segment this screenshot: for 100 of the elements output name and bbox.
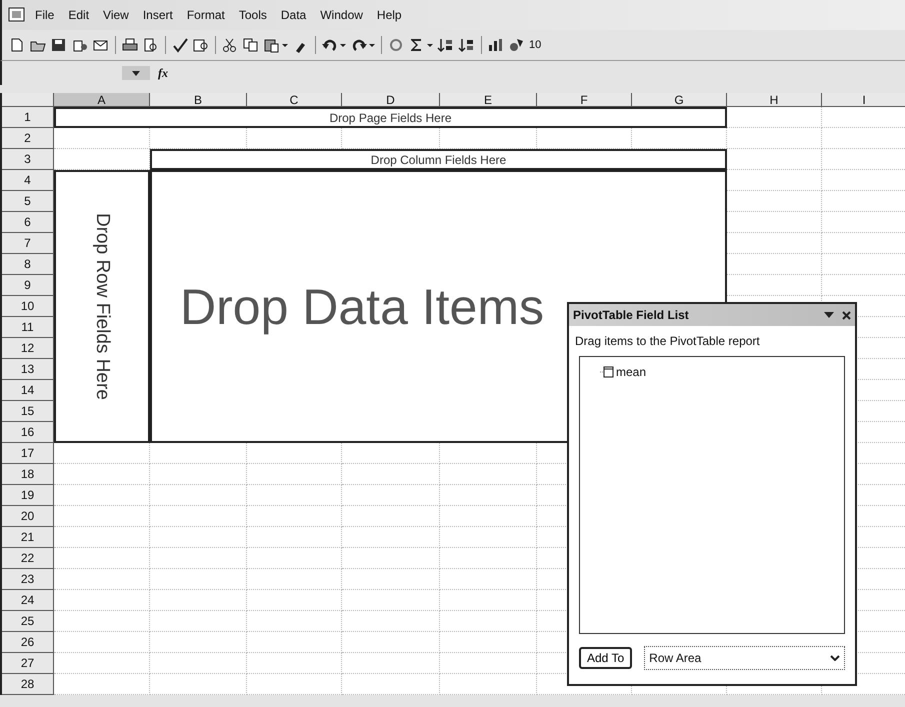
sheet-cell[interactable]: [54, 674, 150, 695]
row-header[interactable]: 16: [2, 422, 54, 443]
row-header[interactable]: 2: [2, 128, 54, 149]
insert-function-label[interactable]: fx: [158, 66, 168, 80]
row-header[interactable]: 25: [2, 611, 54, 632]
dropdown-arrow-icon[interactable]: [824, 312, 834, 318]
menu-item[interactable]: File: [30, 6, 60, 24]
chart-icon[interactable]: [487, 37, 505, 53]
sheet-cell[interactable]: [247, 611, 342, 632]
sheet-cell[interactable]: [247, 464, 342, 485]
field-item[interactable]: mean: [600, 365, 844, 379]
sheet-cell[interactable]: [440, 611, 537, 632]
sheet-cell[interactable]: [54, 632, 150, 653]
sheet-cell[interactable]: [247, 674, 342, 695]
row-header[interactable]: 17: [2, 443, 54, 464]
column-header[interactable]: H: [727, 93, 822, 107]
sheet-cell[interactable]: [342, 569, 440, 590]
sheet-cell[interactable]: [342, 653, 440, 674]
sheet-cell[interactable]: [342, 548, 440, 569]
cut-icon[interactable]: [221, 37, 239, 53]
menu-item[interactable]: Format: [182, 6, 230, 24]
print-icon[interactable]: [121, 37, 139, 53]
sheet-cell[interactable]: [247, 569, 342, 590]
area-dropdown[interactable]: Row Area: [644, 646, 845, 670]
sort-descending-icon[interactable]: [458, 37, 476, 53]
row-header[interactable]: 5: [2, 191, 54, 212]
sheet-cell[interactable]: [440, 632, 537, 653]
row-header[interactable]: 24: [2, 590, 54, 611]
sheet-cell[interactable]: [150, 590, 247, 611]
sheet-cell[interactable]: [247, 527, 342, 548]
undo-icon[interactable]: [321, 37, 347, 53]
row-header[interactable]: 14: [2, 380, 54, 401]
sheet-cell[interactable]: [342, 674, 440, 695]
sheet-cell[interactable]: [150, 611, 247, 632]
menu-item[interactable]: Help: [372, 6, 407, 24]
sheet-cell[interactable]: [440, 674, 537, 695]
row-header[interactable]: 3: [2, 149, 54, 170]
column-header[interactable]: E: [440, 93, 537, 107]
row-header[interactable]: 10: [2, 296, 54, 317]
row-header[interactable]: 22: [2, 548, 54, 569]
save-icon[interactable]: [50, 37, 68, 53]
column-header[interactable]: D: [342, 93, 440, 107]
sum-icon[interactable]: [408, 37, 434, 53]
excel-app-icon[interactable]: [8, 7, 26, 23]
column-header[interactable]: B: [150, 93, 247, 107]
row-header[interactable]: 18: [2, 464, 54, 485]
column-header[interactable]: C: [247, 93, 342, 107]
row-header[interactable]: 4: [2, 170, 54, 191]
paste-icon[interactable]: [263, 37, 289, 53]
sheet-cell[interactable]: [342, 485, 440, 506]
copy-icon[interactable]: [242, 37, 260, 53]
add-to-button[interactable]: Add To: [579, 647, 632, 669]
drawing-icon[interactable]: [508, 37, 526, 53]
sheet-cell[interactable]: [342, 590, 440, 611]
column-header[interactable]: F: [537, 93, 632, 107]
sheet-cell[interactable]: [150, 464, 247, 485]
sheet-cell[interactable]: [54, 527, 150, 548]
sheet-cell[interactable]: [150, 674, 247, 695]
row-header[interactable]: 6: [2, 212, 54, 233]
sheet-cell[interactable]: [247, 548, 342, 569]
sheet-cell[interactable]: [440, 653, 537, 674]
row-header[interactable]: 12: [2, 338, 54, 359]
sheet-cell[interactable]: [247, 590, 342, 611]
select-all-corner[interactable]: [2, 93, 54, 107]
column-header[interactable]: A: [54, 93, 150, 107]
menu-item[interactable]: View: [98, 6, 134, 24]
menu-item[interactable]: Window: [315, 6, 368, 24]
sheet-cell[interactable]: [440, 590, 537, 611]
menu-item[interactable]: Tools: [234, 6, 272, 24]
column-header[interactable]: G: [632, 93, 727, 107]
row-header[interactable]: 20: [2, 506, 54, 527]
sheet-cell[interactable]: [150, 485, 247, 506]
menu-item[interactable]: Edit: [63, 6, 94, 24]
sheet-cell[interactable]: [727, 128, 822, 149]
row-header[interactable]: 7: [2, 233, 54, 254]
row-header[interactable]: 23: [2, 569, 54, 590]
row-header[interactable]: 11: [2, 317, 54, 338]
sheet-cell[interactable]: [150, 632, 247, 653]
sheet-cell[interactable]: [150, 653, 247, 674]
row-header[interactable]: 26: [2, 632, 54, 653]
sheet-cell[interactable]: [247, 506, 342, 527]
sheet-cell[interactable]: [247, 653, 342, 674]
sheet-cell[interactable]: [150, 506, 247, 527]
sheet-cell[interactable]: [440, 485, 537, 506]
sheet-cell[interactable]: [440, 464, 537, 485]
row-header[interactable]: 9: [2, 275, 54, 296]
sheet-cell[interactable]: [150, 569, 247, 590]
sheet-cell[interactable]: [54, 506, 150, 527]
row-header[interactable]: 8: [2, 254, 54, 275]
spelling-icon[interactable]: [171, 37, 189, 53]
row-header[interactable]: 27: [2, 653, 54, 674]
sheet-cell[interactable]: [150, 548, 247, 569]
sheet-cell[interactable]: [342, 506, 440, 527]
zoom-value[interactable]: 10: [529, 39, 542, 51]
close-icon[interactable]: [842, 310, 851, 320]
row-header[interactable]: 15: [2, 401, 54, 422]
row-header[interactable]: 13: [2, 359, 54, 380]
row-header[interactable]: 21: [2, 527, 54, 548]
menu-item[interactable]: Data: [276, 6, 312, 24]
row-header[interactable]: 28: [2, 674, 54, 695]
